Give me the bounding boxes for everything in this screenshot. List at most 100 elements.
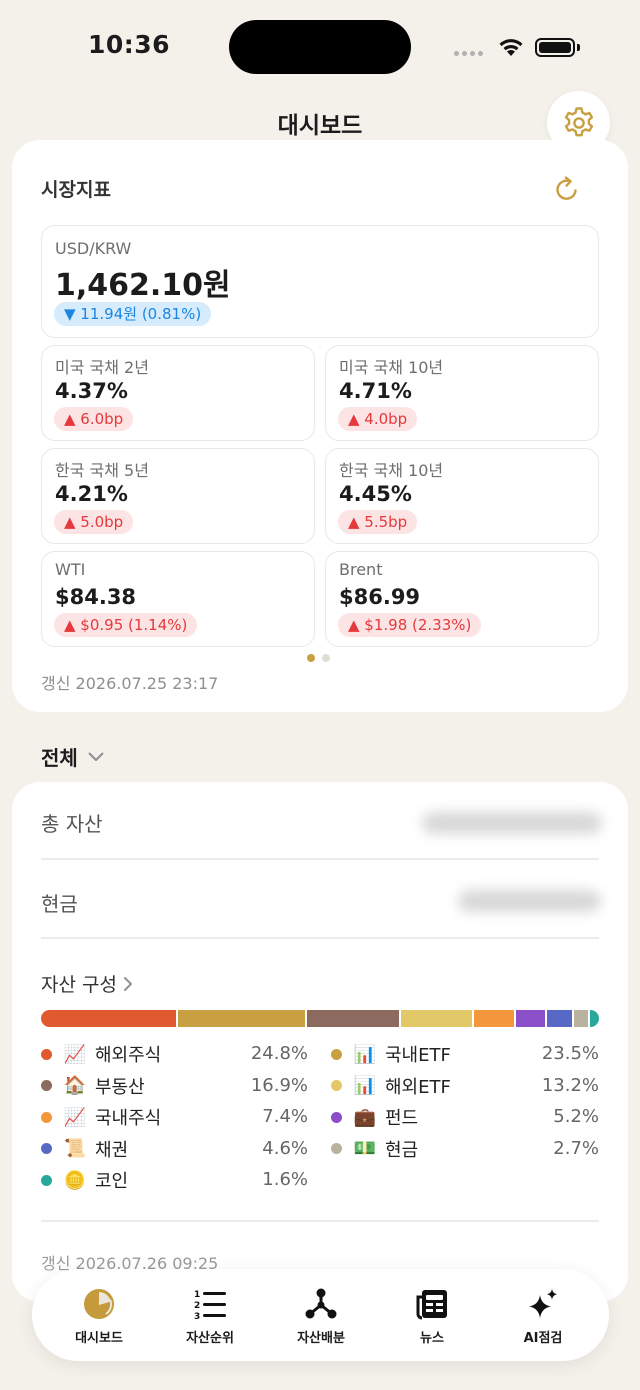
indicator-change-badge: ▲ 5.5bp bbox=[338, 510, 418, 534]
indicator-change-badge: ▲ 5.0bp bbox=[54, 510, 134, 534]
tab-dashboard[interactable]: 대시보드 bbox=[38, 1277, 160, 1353]
category-name: 코인 bbox=[95, 1171, 129, 1192]
category-name: 해외ETF bbox=[385, 1076, 451, 1098]
asset-composition-link[interactable]: 자산 구성 bbox=[41, 970, 133, 997]
svg-text:1: 1 bbox=[194, 1290, 200, 1300]
legend-item: 🏠 부동산 bbox=[41, 1072, 145, 1100]
refresh-icon[interactable] bbox=[552, 174, 582, 204]
market-section-title: 시장지표 bbox=[41, 179, 111, 201]
category-percent: 13.2% bbox=[541, 1074, 599, 1096]
tab-label: AI점검 bbox=[523, 1331, 563, 1346]
category-icon: 📈 bbox=[63, 1043, 87, 1065]
battery-tip bbox=[577, 44, 580, 51]
page-dot bbox=[322, 654, 330, 662]
chevron-down-icon bbox=[88, 752, 104, 761]
category-percent: 23.5% bbox=[541, 1043, 599, 1064]
portfolio-filter-dropdown[interactable]: 전체 bbox=[41, 742, 104, 771]
wifi-icon bbox=[499, 39, 523, 56]
svg-text:3: 3 bbox=[194, 1312, 200, 1321]
tab-asset-ranking[interactable]: 1 2 3 자산순위 bbox=[149, 1277, 271, 1353]
legend-color-dot bbox=[41, 1111, 52, 1123]
category-name: 채권 bbox=[95, 1139, 129, 1161]
composition-segment bbox=[516, 1010, 545, 1027]
bottom-tab-bar: 대시보드 1 2 3 자산순위 자산배분 뉴스 AI점검 bbox=[32, 1269, 609, 1361]
cash-label: 현금 bbox=[41, 892, 78, 916]
asset-composition-title: 자산 구성 bbox=[41, 974, 117, 996]
legend-item: 📈 국내주식 bbox=[41, 1103, 161, 1131]
total-assets-value-hidden[interactable] bbox=[422, 812, 602, 834]
status-bar: 10:36 bbox=[0, 0, 640, 96]
indicator-label: 한국 국채 5년 bbox=[55, 461, 149, 480]
divider bbox=[41, 937, 599, 939]
cash-value-hidden[interactable] bbox=[458, 890, 601, 912]
usd-krw-tile[interactable]: USD/KRW 1,462.10원 ▼ 11.94원 (0.81%) bbox=[41, 225, 599, 338]
page-dot-active bbox=[307, 654, 315, 662]
composition-segment bbox=[573, 1010, 589, 1027]
status-time: 10:36 bbox=[88, 30, 171, 59]
kr-10y-tile[interactable]: 한국 국채 10년 4.45% ▲ 5.5bp bbox=[325, 448, 599, 544]
cellular-signal-icon bbox=[454, 51, 483, 56]
fx-value: 1,462.10원 bbox=[55, 268, 231, 303]
legend-color-dot bbox=[331, 1143, 342, 1154]
market-updated-time: 갱신 2026.07.25 23:17 bbox=[41, 674, 219, 693]
kr-5y-tile[interactable]: 한국 국채 5년 4.21% ▲ 5.0bp bbox=[41, 448, 315, 544]
category-icon: 💼 bbox=[353, 1106, 377, 1128]
legend-color-dot bbox=[41, 1174, 52, 1186]
category-percent: 7.4% bbox=[262, 1106, 308, 1127]
divider bbox=[41, 1220, 599, 1222]
indicator-value: $86.99 bbox=[339, 585, 421, 609]
fx-change-badge: ▼ 11.94원 (0.81%) bbox=[54, 302, 212, 326]
legend-color-dot bbox=[41, 1048, 52, 1060]
legend-item: 📈 해외주식 bbox=[41, 1040, 161, 1068]
indicator-label: 미국 국채 2년 bbox=[55, 358, 149, 377]
indicator-value: 4.37% bbox=[55, 379, 128, 403]
composition-segment bbox=[307, 1010, 399, 1027]
category-icon: 💵 bbox=[353, 1138, 377, 1159]
category-icon: 📜 bbox=[63, 1138, 87, 1159]
us-2y-tile[interactable]: 미국 국채 2년 4.37% ▲ 6.0bp bbox=[41, 345, 315, 441]
category-percent: 5.2% bbox=[553, 1106, 599, 1127]
composition-segment bbox=[41, 1010, 176, 1027]
tab-label: 뉴스 bbox=[420, 1331, 444, 1346]
indicator-label: 미국 국채 10년 bbox=[339, 358, 444, 377]
tab-label: 대시보드 bbox=[75, 1331, 123, 1346]
indicator-change-badge: ▲ $1.98 (2.33%) bbox=[338, 613, 482, 637]
gear-icon bbox=[564, 106, 593, 136]
indicator-change-badge: ▲ $0.95 (1.14%) bbox=[54, 613, 198, 637]
legend-item: 💵 현금 bbox=[331, 1135, 418, 1163]
page-indicator[interactable] bbox=[307, 654, 330, 662]
legend-item: 📊 국내ETF bbox=[331, 1040, 451, 1068]
tab-asset-allocation[interactable]: 자산배분 bbox=[260, 1277, 382, 1353]
tab-news[interactable]: 뉴스 bbox=[371, 1277, 493, 1353]
category-icon: 📊 bbox=[353, 1075, 377, 1096]
category-percent: 4.6% bbox=[262, 1137, 308, 1159]
composition-segment bbox=[474, 1010, 515, 1027]
wti-tile[interactable]: WTI $84.38 ▲ $0.95 (1.14%) bbox=[41, 551, 315, 647]
asset-composition-bar bbox=[41, 1010, 599, 1027]
tab-ai-check[interactable]: AI점검 bbox=[482, 1277, 604, 1353]
indicator-value: 4.21% bbox=[55, 482, 128, 506]
category-icon: 📊 bbox=[353, 1043, 377, 1065]
legend-color-dot bbox=[331, 1048, 342, 1060]
legend-item: 🪙 코인 bbox=[41, 1166, 128, 1194]
indicator-value: 4.45% bbox=[339, 482, 412, 506]
svg-text:2: 2 bbox=[194, 1301, 200, 1311]
composition-segment bbox=[590, 1010, 599, 1027]
legend-color-dot bbox=[331, 1080, 342, 1091]
category-name: 국내주식 bbox=[95, 1108, 162, 1129]
indicator-value: 4.71% bbox=[339, 379, 412, 403]
indicator-change-badge: ▲ 6.0bp bbox=[54, 407, 134, 431]
us-10y-tile[interactable]: 미국 국채 10년 4.71% ▲ 4.0bp bbox=[325, 345, 599, 441]
dynamic-island bbox=[229, 20, 411, 74]
category-icon: 🏠 bbox=[63, 1075, 87, 1096]
category-name: 현금 bbox=[385, 1139, 419, 1161]
battery-icon bbox=[535, 38, 575, 57]
legend-item: 📜 채권 bbox=[41, 1135, 128, 1163]
brent-tile[interactable]: Brent $86.99 ▲ $1.98 (2.33%) bbox=[325, 551, 599, 647]
category-icon: 📈 bbox=[63, 1106, 87, 1128]
indicator-label: Brent bbox=[339, 560, 383, 579]
asset-summary-card: 총 자산 현금 자산 구성 📈 해외주식 24.8% 📊 국내ETF 23.5% 🏠 부동산 1… bbox=[12, 782, 628, 1302]
newspaper-icon bbox=[416, 1290, 447, 1320]
legend-item: 📊 해외ETF bbox=[331, 1072, 451, 1100]
fx-label: USD/KRW bbox=[55, 239, 132, 258]
